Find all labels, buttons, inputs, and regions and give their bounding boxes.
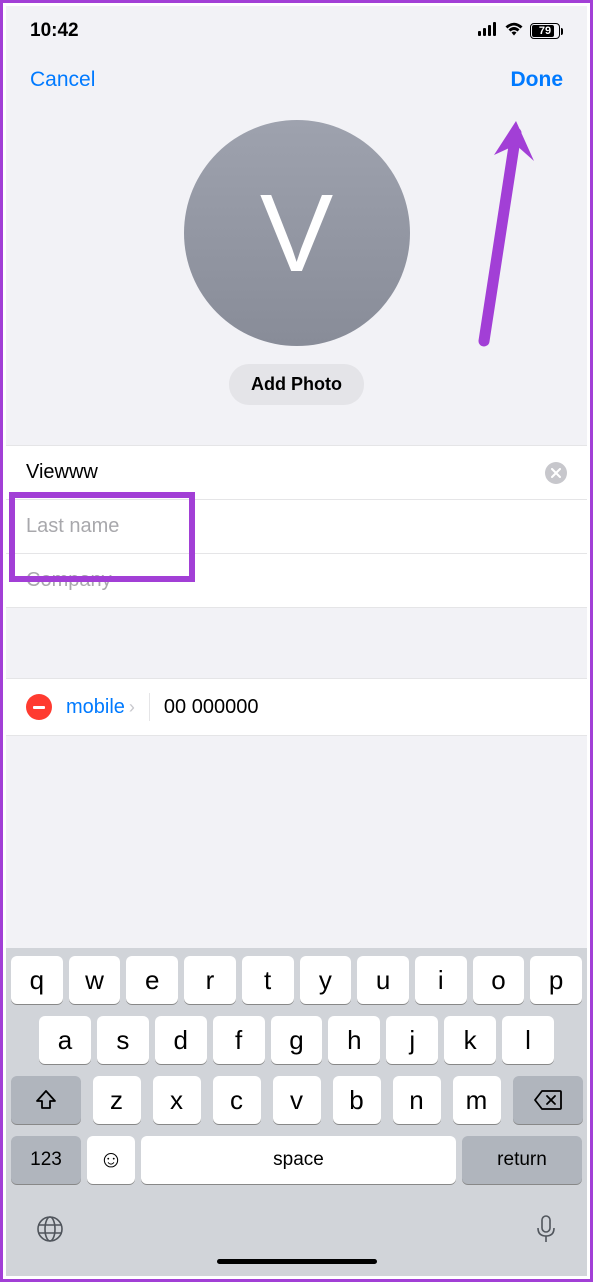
key-m[interactable]: m xyxy=(453,1076,501,1124)
avatar-initial: V xyxy=(260,170,333,297)
clear-input-button[interactable] xyxy=(545,462,567,484)
backspace-key[interactable] xyxy=(513,1076,583,1124)
key-p[interactable]: p xyxy=(530,956,582,1004)
key-e[interactable]: e xyxy=(126,956,178,1004)
emoji-key[interactable]: ☺ xyxy=(87,1136,135,1184)
key-t[interactable]: t xyxy=(242,956,294,1004)
key-w[interactable]: w xyxy=(69,956,121,1004)
key-n[interactable]: n xyxy=(393,1076,441,1124)
space-key[interactable]: space xyxy=(141,1136,456,1184)
cancel-button[interactable]: Cancel xyxy=(30,68,95,92)
signal-icon xyxy=(478,20,498,42)
home-indicator[interactable] xyxy=(217,1259,377,1264)
battery-icon: 79 xyxy=(530,23,563,39)
first-name-field[interactable] xyxy=(26,461,545,484)
company-field[interactable] xyxy=(26,569,567,592)
key-i[interactable]: i xyxy=(415,956,467,1004)
last-name-field[interactable] xyxy=(26,515,567,538)
key-l[interactable]: l xyxy=(502,1016,554,1064)
shift-key[interactable] xyxy=(11,1076,81,1124)
wifi-icon xyxy=(504,20,524,42)
key-o[interactable]: o xyxy=(473,956,525,1004)
status-bar: 10:42 79 xyxy=(6,6,587,56)
key-j[interactable]: j xyxy=(386,1016,438,1064)
key-v[interactable]: v xyxy=(273,1076,321,1124)
keyboard: qwertyuiop asdfghjkl zxcvbnm 123 ☺ space… xyxy=(6,948,587,1276)
microphone-icon[interactable] xyxy=(534,1214,558,1251)
done-button[interactable]: Done xyxy=(511,68,564,92)
chevron-right-icon: › xyxy=(129,697,135,718)
key-q[interactable]: q xyxy=(11,956,63,1004)
key-f[interactable]: f xyxy=(213,1016,265,1064)
key-s[interactable]: s xyxy=(97,1016,149,1064)
key-b[interactable]: b xyxy=(333,1076,381,1124)
key-c[interactable]: c xyxy=(213,1076,261,1124)
key-h[interactable]: h xyxy=(328,1016,380,1064)
key-u[interactable]: u xyxy=(357,956,409,1004)
status-time: 10:42 xyxy=(30,20,79,42)
remove-phone-button[interactable] xyxy=(26,694,52,720)
add-photo-button[interactable]: Add Photo xyxy=(229,364,364,405)
key-y[interactable]: y xyxy=(300,956,352,1004)
key-d[interactable]: d xyxy=(155,1016,207,1064)
phone-number-value[interactable]: 00 000000 xyxy=(164,696,259,719)
return-key[interactable]: return xyxy=(462,1136,582,1184)
globe-icon[interactable] xyxy=(35,1214,65,1251)
key-r[interactable]: r xyxy=(184,956,236,1004)
key-k[interactable]: k xyxy=(444,1016,496,1064)
key-g[interactable]: g xyxy=(271,1016,323,1064)
numeric-key[interactable]: 123 xyxy=(11,1136,81,1184)
key-x[interactable]: x xyxy=(153,1076,201,1124)
key-z[interactable]: z xyxy=(93,1076,141,1124)
key-a[interactable]: a xyxy=(39,1016,91,1064)
phone-label-selector[interactable]: mobile › xyxy=(66,696,135,719)
contact-avatar[interactable]: V xyxy=(184,120,410,346)
